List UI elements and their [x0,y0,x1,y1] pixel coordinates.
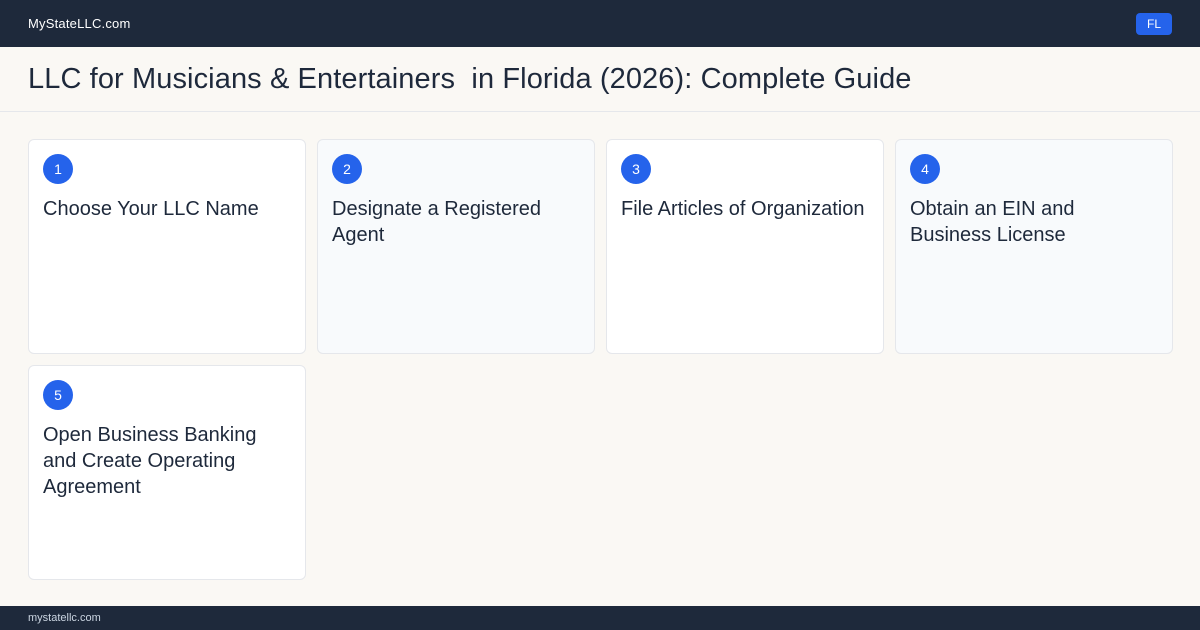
step-card-2[interactable]: 2 Designate a Registered Agent [317,139,595,354]
steps-grid: 1 Choose Your LLC Name 2 Designate a Reg… [28,139,1173,580]
site-brand[interactable]: MyStateLLC.com [28,16,131,31]
step-title: File Articles of Organization [621,198,865,220]
step-number-badge: 3 [621,154,651,184]
title-section: LLC for Musicians & Entertainers in Flor… [0,47,1200,112]
footer-bar: mystatellc.com [0,606,1200,630]
top-nav-bar: MyStateLLC.com FL [0,0,1200,47]
step-title: Obtain an EIN and Business License [910,198,1075,246]
step-card-5[interactable]: 5 Open Business Banking and Create Opera… [28,365,306,580]
step-title: Open Business Banking and Create Operati… [43,424,257,498]
footer-domain[interactable]: mystatellc.com [28,612,101,624]
step-title: Choose Your LLC Name [43,198,259,220]
step-number-badge: 1 [43,154,73,184]
state-badge: FL [1136,12,1172,35]
step-number-badge: 2 [332,154,362,184]
step-title: Designate a Registered Agent [332,198,542,246]
step-card-3[interactable]: 3 File Articles of Organization [606,139,884,354]
step-card-4[interactable]: 4 Obtain an EIN and Business License [895,139,1173,354]
step-number-badge: 5 [43,380,73,410]
step-number-badge: 4 [910,154,940,184]
step-card-1[interactable]: 1 Choose Your LLC Name [28,139,306,354]
page-title: LLC for Musicians & Entertainers in Flor… [28,62,912,95]
